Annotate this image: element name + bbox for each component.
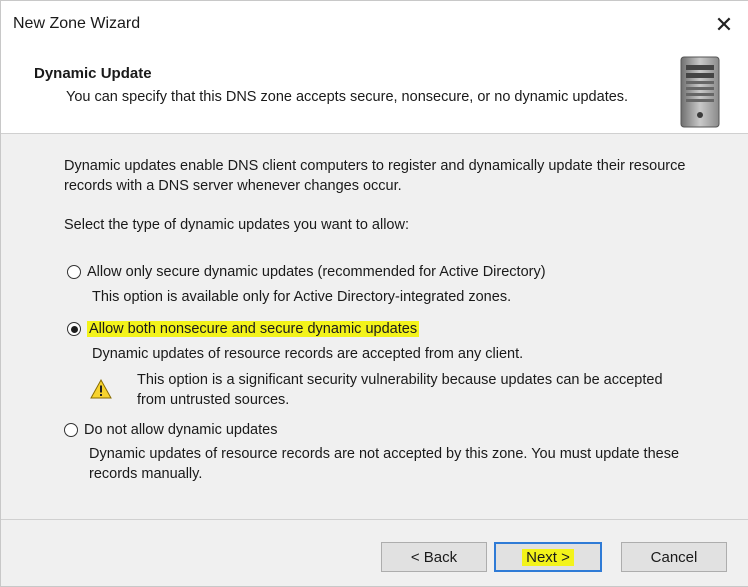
cancel-button[interactable]: Cancel	[621, 542, 727, 572]
warning-icon	[90, 379, 112, 399]
next-button-label: Next >	[522, 548, 574, 566]
page-description: You can specify that this DNS zone accep…	[66, 89, 629, 105]
close-icon: ✕	[714, 12, 734, 37]
option-description: Dynamic updates of resource records are …	[92, 346, 524, 362]
intro-text: Dynamic updates enable DNS client comput…	[64, 158, 686, 194]
back-button[interactable]: < Back	[381, 542, 487, 572]
close-button[interactable]: ✕	[704, 7, 744, 43]
option-label: Do not allow dynamic updates	[84, 422, 278, 438]
title-bar: New Zone Wizard ✕	[1, 1, 748, 49]
next-button[interactable]: Next >	[494, 542, 602, 572]
option-description: This option is available only for Active…	[92, 289, 512, 305]
footer-divider	[1, 519, 748, 520]
radio-button[interactable]	[64, 423, 78, 437]
page-title: Dynamic Update	[34, 65, 152, 82]
wizard-window: New Zone Wizard ✕ Dynamic Update You can…	[0, 0, 748, 587]
window-title: New Zone Wizard	[13, 15, 141, 32]
option-label: Allow only secure dynamic updates (recom…	[87, 264, 546, 280]
radio-option-both[interactable]: Allow both nonsecure and secure dynamic …	[67, 321, 420, 337]
radio-button-selected[interactable]	[67, 322, 81, 336]
warning-text: This option is a significant security vu…	[137, 372, 663, 408]
radio-option-none[interactable]: Do not allow dynamic updates	[64, 422, 277, 438]
wizard-header: Dynamic Update You can specify that this…	[1, 49, 748, 134]
option-description: Dynamic updates of resource records are …	[89, 446, 680, 482]
radio-button[interactable]	[67, 265, 81, 279]
radio-option-secure[interactable]: Allow only secure dynamic updates (recom…	[67, 264, 546, 280]
option-label: Allow both nonsecure and secure dynamic …	[87, 321, 420, 337]
prompt-text: Select the type of dynamic updates you w…	[64, 217, 409, 233]
server-icon	[680, 56, 720, 128]
